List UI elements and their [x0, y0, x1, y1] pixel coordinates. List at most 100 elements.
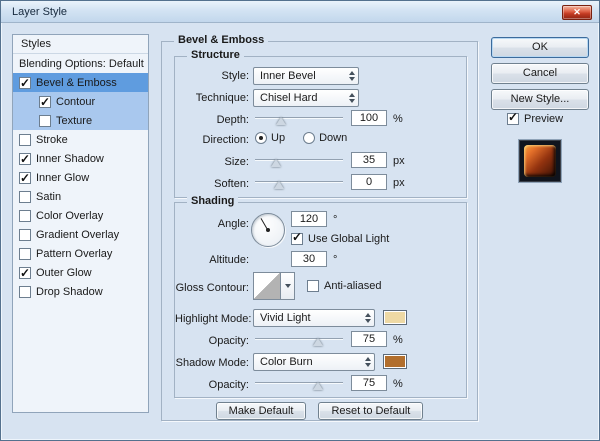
structure-group: Structure Style: Inner Bevel Technique: …	[174, 56, 467, 198]
shadow-opacity-slider[interactable]	[255, 377, 343, 391]
highlight-opacity-slider[interactable]	[255, 333, 343, 347]
shadow-opacity-input[interactable]: 75	[351, 375, 387, 391]
highlight-opacity-input[interactable]: 75	[351, 331, 387, 347]
style-list-item[interactable]: Drop Shadow	[13, 282, 148, 301]
depth-slider[interactable]	[255, 112, 343, 126]
anti-aliased-label: Anti-aliased	[324, 280, 381, 292]
highlight-mode-dropdown[interactable]: Vivid Light	[253, 309, 375, 327]
anti-aliased-checkbox[interactable]	[307, 280, 319, 292]
style-item-label: Outer Glow	[36, 267, 92, 279]
technique-dropdown[interactable]: Chisel Hard	[253, 89, 359, 107]
style-list-item[interactable]: Gradient Overlay	[13, 225, 148, 244]
unchecked-checkbox[interactable]	[19, 248, 31, 260]
angle-dial[interactable]	[251, 213, 285, 247]
style-item-label: Texture	[56, 115, 92, 127]
highlight-opacity-label: Opacity:	[175, 335, 249, 347]
new-style-button[interactable]: New Style...	[491, 89, 589, 110]
style-list-item[interactable]: ✓ Inner Glow	[13, 168, 148, 187]
checked-checkbox[interactable]: ✓	[19, 77, 31, 89]
style-list-item[interactable]: ✓Bevel & Emboss	[13, 73, 148, 92]
make-default-button[interactable]: Make Default	[216, 402, 307, 420]
altitude-unit: °	[333, 254, 337, 266]
checked-checkbox[interactable]: ✓	[39, 96, 51, 108]
unchecked-checkbox[interactable]	[19, 286, 31, 298]
style-list-item[interactable]: Blending Options: Default	[13, 54, 148, 73]
anti-aliased-group[interactable]: Anti-aliased	[307, 280, 381, 292]
highlight-mode-label: Highlight Mode:	[175, 313, 249, 325]
check-icon: ✓	[292, 230, 302, 244]
shading-legend: Shading	[187, 195, 238, 207]
reset-to-default-button[interactable]: Reset to Default	[318, 402, 423, 420]
bevel-emboss-group-title: Bevel & Emboss	[174, 34, 268, 46]
shadow-color-swatch[interactable]	[383, 354, 407, 369]
soften-input[interactable]: 0	[351, 174, 387, 190]
highlight-color-swatch[interactable]	[383, 310, 407, 325]
style-list-item[interactable]: Texture	[13, 111, 148, 130]
style-item-label: Blending Options: Default	[19, 58, 144, 70]
bevel-emboss-group: Bevel & Emboss Structure Style: Inner Be…	[161, 41, 478, 421]
checked-checkbox[interactable]: ✓	[19, 172, 31, 184]
slider-thumb-icon[interactable]	[274, 181, 284, 189]
structure-legend: Structure	[187, 49, 244, 61]
size-slider[interactable]	[255, 154, 343, 168]
cancel-button[interactable]: Cancel	[491, 63, 589, 84]
style-item-label: Gradient Overlay	[36, 229, 119, 241]
slider-thumb-icon[interactable]	[276, 117, 286, 125]
styles-header: Styles	[13, 35, 148, 54]
altitude-input[interactable]: 30	[291, 251, 327, 267]
style-list-item[interactable]: Color Overlay	[13, 206, 148, 225]
use-global-light-group[interactable]: ✓ Use Global Light	[291, 233, 389, 245]
style-item-label: Inner Glow	[36, 172, 89, 184]
combo-arrows-icon	[349, 93, 355, 103]
soften-label: Soften:	[175, 178, 249, 190]
style-dropdown-value: Inner Bevel	[260, 70, 316, 82]
shadow-mode-value: Color Burn	[260, 356, 313, 368]
gloss-contour-thumbnail[interactable]	[253, 272, 281, 300]
style-preview-thumbnail	[519, 140, 561, 182]
style-list-item[interactable]: Pattern Overlay	[13, 244, 148, 263]
unchecked-checkbox[interactable]	[19, 134, 31, 146]
highlight-mode-value: Vivid Light	[260, 312, 311, 324]
size-input[interactable]: 35	[351, 152, 387, 168]
unchecked-checkbox[interactable]	[19, 191, 31, 203]
slider-thumb-icon[interactable]	[313, 382, 323, 390]
checked-checkbox[interactable]: ✓	[19, 267, 31, 279]
shadow-opacity-label: Opacity:	[175, 379, 249, 391]
unchecked-checkbox[interactable]	[19, 210, 31, 222]
preview-group[interactable]: ✓ Preview	[507, 113, 563, 125]
style-list-item[interactable]: Stroke	[13, 130, 148, 149]
close-icon: ✕	[573, 7, 581, 17]
direction-down-radio[interactable]	[303, 132, 315, 144]
styles-panel: Styles Blending Options: Default ✓Bevel &…	[12, 34, 149, 413]
soften-slider[interactable]	[255, 176, 343, 190]
direction-down-label: Down	[319, 132, 347, 144]
style-list-item[interactable]: Satin	[13, 187, 148, 206]
window-title: Layer Style	[12, 6, 67, 18]
direction-up-radio[interactable]	[255, 132, 267, 144]
checked-checkbox[interactable]: ✓	[19, 153, 31, 165]
angle-input[interactable]: 120	[291, 211, 327, 227]
close-button[interactable]: ✕	[562, 5, 592, 20]
gloss-contour-dropdown[interactable]	[281, 272, 295, 300]
altitude-label: Altitude:	[175, 254, 249, 266]
style-list-item[interactable]: ✓Contour	[13, 92, 148, 111]
shadow-mode-dropdown[interactable]: Color Burn	[253, 353, 375, 371]
ok-button[interactable]: OK	[491, 37, 589, 58]
style-list-item[interactable]: ✓ Outer Glow	[13, 263, 148, 282]
unchecked-checkbox[interactable]	[39, 115, 51, 127]
style-dropdown[interactable]: Inner Bevel	[253, 67, 359, 85]
slider-track	[255, 181, 343, 183]
layer-style-dialog: Layer Style ✕ Styles Blending Options: D…	[0, 0, 600, 441]
angle-label: Angle:	[175, 218, 249, 230]
combo-arrows-icon	[349, 71, 355, 81]
size-unit: px	[393, 155, 405, 167]
use-global-light-checkbox[interactable]: ✓	[291, 233, 303, 245]
title-bar[interactable]: Layer Style	[1, 1, 599, 23]
size-label: Size:	[175, 156, 249, 168]
preview-checkbox[interactable]: ✓	[507, 113, 519, 125]
depth-input[interactable]: 100	[351, 110, 387, 126]
unchecked-checkbox[interactable]	[19, 229, 31, 241]
style-list-item[interactable]: ✓Inner Shadow	[13, 149, 148, 168]
slider-thumb-icon[interactable]	[271, 159, 281, 167]
slider-thumb-icon[interactable]	[313, 338, 323, 346]
